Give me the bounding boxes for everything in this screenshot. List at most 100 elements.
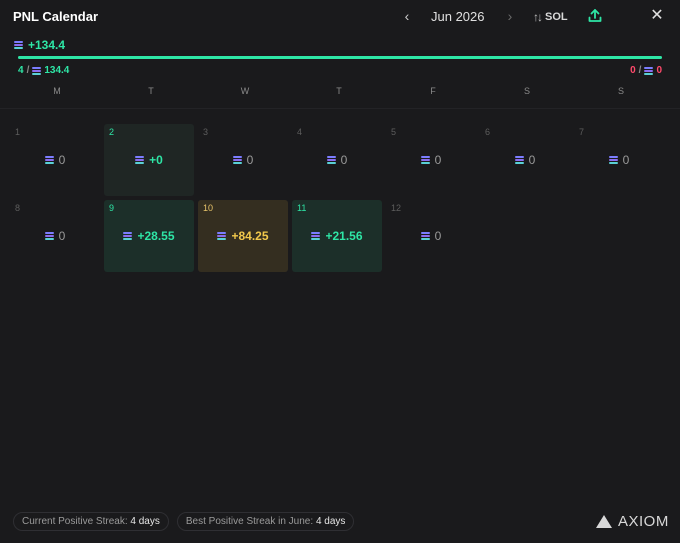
currency-toggle-button[interactable]: ↑↓ SOL — [533, 8, 568, 26]
chevron-right-icon[interactable]: › — [501, 7, 519, 25]
win-separator: / — [26, 65, 30, 76]
day-number: 6 — [485, 127, 491, 137]
calendar-header: PNL Calendar ‹ Jun 2026 › ↑↓ SOL ✕ — [0, 0, 680, 34]
day-number: 8 — [15, 203, 21, 213]
solana-icon — [217, 232, 227, 240]
day-number: 10 — [203, 203, 214, 213]
calendar-day-cell[interactable]: 80 — [10, 200, 100, 272]
calendar-day-cell[interactable]: 12 0 — [386, 200, 476, 272]
calendar-day-cell[interactable]: 9 +28.55 — [104, 200, 194, 272]
solana-icon — [14, 41, 23, 49]
weekday-label: F — [430, 86, 436, 96]
weekday-label: T — [336, 86, 342, 96]
current-month: Jun 2026 — [431, 9, 485, 24]
day-number: 2 — [109, 127, 115, 137]
best-streak-pill: Best Positive Streak in June: 4 days — [176, 512, 355, 531]
weekday-label: T — [148, 86, 154, 96]
day-number: 9 — [109, 203, 115, 213]
solana-icon — [44, 156, 54, 164]
day-pnl: 0 — [198, 153, 288, 167]
calendar-day-cell[interactable]: 70 — [574, 124, 664, 196]
day-pnl-value: 0 — [58, 229, 66, 243]
day-pnl-value: 0 — [434, 153, 442, 167]
current-streak-label: Current Positive Streak: — [22, 516, 128, 527]
calendar-day-cell[interactable]: 2 +0 — [104, 124, 194, 196]
page-title: PNL Calendar — [13, 9, 99, 24]
solana-icon — [420, 232, 430, 240]
win-amount: 134.4 — [44, 65, 70, 76]
solana-icon — [123, 232, 133, 240]
day-pnl-value: 0 — [246, 153, 254, 167]
weekday-label: M — [53, 86, 61, 96]
solana-icon — [135, 156, 145, 164]
best-streak-value: 4 days — [315, 516, 346, 527]
day-number: 4 — [297, 127, 303, 137]
brand-name: AXIOM — [618, 513, 669, 530]
total-pnl-value: +134.4 — [28, 38, 66, 52]
day-pnl-value: 0 — [622, 153, 630, 167]
loss-summary: 0 / 0 — [630, 65, 662, 76]
day-pnl-value: 0 — [528, 153, 536, 167]
day-pnl: +84.25 — [198, 229, 288, 243]
day-pnl-value: 0 — [340, 153, 348, 167]
solana-icon — [44, 232, 54, 240]
day-pnl-value: +0 — [149, 153, 163, 167]
day-pnl-value: +28.55 — [137, 229, 175, 243]
calendar-day-cell[interactable]: 10 +84.25 — [198, 200, 288, 272]
win-progress-fill — [18, 56, 662, 59]
day-pnl: 0 — [574, 153, 664, 167]
day-number: 5 — [391, 127, 397, 137]
day-pnl: 0 — [480, 153, 570, 167]
calendar-day-cell[interactable]: 50 — [386, 124, 476, 196]
total-pnl: +134.4 — [14, 38, 65, 52]
close-icon[interactable]: ✕ — [648, 7, 666, 25]
calendar-day-cell[interactable]: 40 — [292, 124, 382, 196]
day-number: 7 — [579, 127, 585, 137]
solana-icon — [420, 156, 430, 164]
solana-icon — [311, 232, 321, 240]
day-number: 12 — [391, 203, 402, 213]
calendar-day-cell[interactable]: 10 — [10, 124, 100, 196]
day-pnl: +28.55 — [104, 229, 194, 243]
win-count: 4 — [18, 65, 24, 76]
day-pnl: 0 — [10, 153, 100, 167]
weekday-header: M T W T F S S — [10, 86, 670, 100]
best-streak-label: Best Positive Streak in June: — [185, 516, 314, 527]
day-pnl-value: 0 — [434, 229, 442, 243]
win-summary: 4 / 134.4 — [18, 65, 69, 76]
weekday-label: S — [523, 86, 530, 96]
day-number: 11 — [297, 203, 307, 213]
day-number: 3 — [203, 127, 209, 137]
day-number: 1 — [15, 127, 21, 137]
day-pnl: 0 — [386, 229, 476, 243]
day-pnl-value: +84.25 — [231, 229, 269, 243]
win-loss-progress-bar — [18, 56, 662, 59]
axiom-logo-icon — [596, 515, 612, 528]
solana-icon — [644, 66, 654, 75]
calendar-day-cell[interactable]: 11 +21.56 — [292, 200, 382, 272]
current-streak-value: 4 days — [130, 516, 160, 527]
day-pnl: 0 — [386, 153, 476, 167]
currency-label: SOL — [545, 11, 568, 23]
sort-arrows-icon: ↑↓ — [533, 10, 543, 24]
weekday-label: W — [240, 86, 250, 96]
solana-icon — [326, 156, 336, 164]
current-streak-pill: Current Positive Streak: 4 days — [13, 512, 169, 531]
calendar-grid: 1 0 2 +0 3 0 4 0 5 0 6 0 7 0 8 0 9 +28.55 10 +84.25 11 +21.56… — [10, 124, 664, 272]
day-pnl-value: +21.56 — [325, 229, 363, 243]
calendar-day-cell[interactable]: 60 — [480, 124, 570, 196]
share-upload-icon[interactable] — [586, 7, 604, 25]
day-pnl: 0 — [292, 153, 382, 167]
header-divider — [0, 108, 680, 109]
day-pnl: +0 — [104, 153, 194, 167]
weekday-label: S — [617, 86, 624, 96]
solana-icon — [232, 156, 242, 164]
loss-separator: / — [638, 65, 642, 76]
solana-icon — [514, 156, 524, 164]
day-pnl: +21.56 — [292, 229, 382, 243]
brand: AXIOM — [596, 513, 669, 530]
loss-count: 0 — [630, 65, 636, 76]
loss-amount: 0 — [656, 65, 662, 76]
calendar-day-cell[interactable]: 30 — [198, 124, 288, 196]
chevron-left-icon[interactable]: ‹ — [398, 7, 416, 25]
